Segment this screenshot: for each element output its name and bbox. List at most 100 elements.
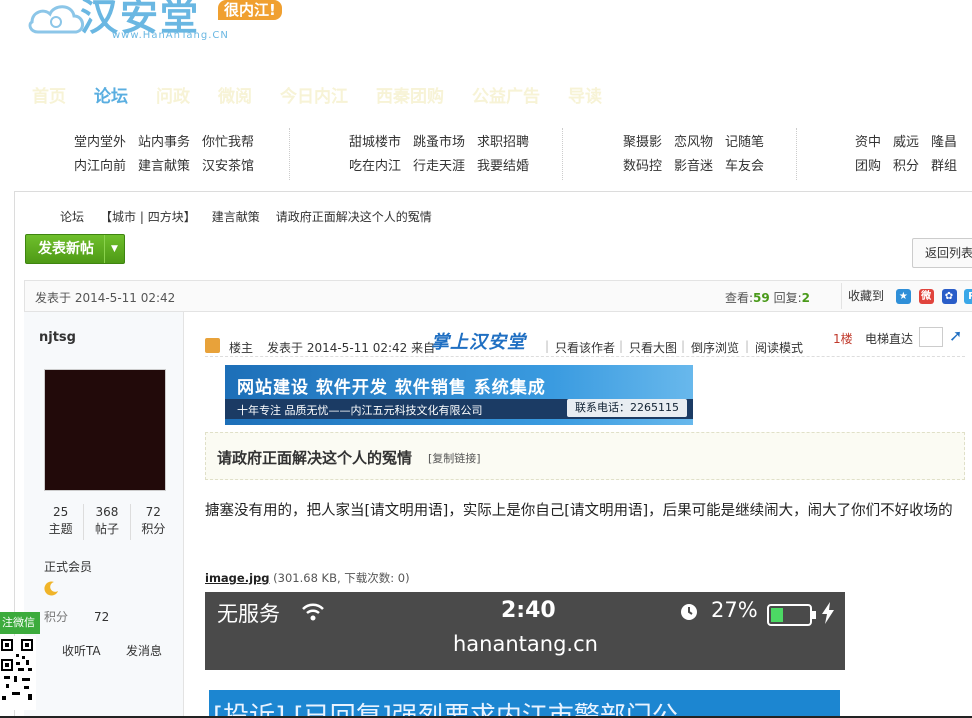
baidu-icon[interactable]: ✿ bbox=[941, 289, 957, 304]
thread-info-bar: 发表于 2014-5-11 02:42 查看:59 回复:2 收藏到 ★ 微 ✿… bbox=[24, 280, 972, 312]
replies-label: 回复: bbox=[769, 291, 802, 305]
view-reply-stats: 查看:59 回复:2 bbox=[725, 289, 810, 306]
copy-link[interactable]: [复制链接] bbox=[428, 450, 481, 466]
forum-link[interactable]: 影音迷 bbox=[674, 155, 713, 179]
forum-link[interactable]: 数码控 bbox=[623, 155, 662, 179]
breadcrumb-item[interactable]: 请政府正面解决这个人的冤情 bbox=[276, 210, 432, 224]
post-meta-bar: 楼主 发表于 2014-5-11 02:42 来自 掌上汉安堂 | 只看该作者 … bbox=[205, 326, 965, 356]
post-time: 发表于 2014-5-11 02:42 来自 bbox=[267, 341, 436, 355]
ad-banner[interactable]: 网站建设 软件开发 软件销售 系统集成 十年专注 品质无忧——内江五元科技文化有… bbox=[225, 365, 693, 425]
divider bbox=[796, 128, 797, 180]
floor-jump-input[interactable] bbox=[919, 327, 943, 347]
breadcrumb-item[interactable]: 论坛 bbox=[60, 210, 84, 224]
nav-group-buy[interactable]: 西秦团购 bbox=[376, 82, 444, 107]
jump-go-icon[interactable]: ➚ bbox=[949, 326, 962, 345]
author-name[interactable]: njtsg bbox=[39, 330, 76, 345]
member-rank[interactable]: 正式会员 bbox=[44, 558, 92, 575]
forum-link[interactable]: 聚摄影 bbox=[623, 131, 662, 155]
forum-link[interactable]: 车友会 bbox=[725, 155, 764, 179]
nav-today-neijiang[interactable]: 今日内江 bbox=[280, 82, 348, 107]
forum-link[interactable]: 你忙我帮 bbox=[202, 131, 254, 155]
stat-posts[interactable]: 368 帖子 bbox=[83, 504, 129, 540]
forum-link[interactable]: 汉安茶馆 bbox=[202, 155, 254, 179]
avatar[interactable] bbox=[44, 369, 166, 491]
forum-link[interactable]: 团购 bbox=[855, 155, 881, 179]
read-mode-link[interactable]: 阅读模式 bbox=[755, 339, 803, 356]
op-label: 楼主 bbox=[229, 341, 254, 355]
forum-link[interactable]: 建言献策 bbox=[138, 155, 190, 179]
stat-value: 72 bbox=[145, 505, 161, 519]
phone-url: hanantang.cn bbox=[453, 632, 598, 656]
second-image-text: [投诉] [已回复]强烈要求内江市警部门公 bbox=[213, 702, 678, 718]
points-row: 积分 72 bbox=[44, 608, 109, 625]
reverse-order-link[interactable]: 倒序浏览 bbox=[691, 339, 739, 356]
user-badge-icon bbox=[205, 338, 220, 353]
battery-icon bbox=[767, 604, 816, 626]
forum-link[interactable]: 吃在内江 bbox=[349, 155, 401, 179]
breadcrumb-item[interactable]: 【城市 | 四方块】 bbox=[100, 210, 196, 224]
favorite-area: 收藏到 ★ 微 ✿ P bbox=[841, 283, 972, 309]
send-message-link[interactable]: 发消息 bbox=[126, 642, 162, 659]
forum-link[interactable]: 隆昌 bbox=[931, 131, 957, 155]
back-to-list-button[interactable]: 返回列表 bbox=[912, 238, 972, 268]
attachment-link[interactable]: image.jpg bbox=[205, 571, 270, 585]
forum-link[interactable]: 资中 bbox=[855, 131, 881, 155]
qr-code-icon[interactable] bbox=[0, 636, 36, 710]
forum-link[interactable]: 群组 bbox=[931, 155, 957, 179]
attached-image-2[interactable]: [投诉] [已回复]强烈要求内江市警部门公 bbox=[209, 690, 840, 718]
carrier-text: 无服务 bbox=[217, 602, 280, 626]
forum-group-1: 堂内堂外 站内事务 你忙我帮 内江向前 建言献策 汉安茶馆 bbox=[74, 130, 266, 182]
site-logo[interactable]: 汉安堂 很内江! www.HanAnTang.CN bbox=[28, 0, 288, 48]
big-image-link[interactable]: 只看大图 bbox=[629, 339, 677, 356]
forum-link[interactable]: 积分 bbox=[893, 155, 919, 179]
stat-label: 主题 bbox=[48, 522, 73, 536]
forum-link[interactable]: 内江向前 bbox=[74, 155, 126, 179]
forum-link[interactable]: 恋风物 bbox=[674, 131, 713, 155]
forum-group-4: 资中 威远 隆昌 团购 积分 群组 bbox=[855, 130, 969, 182]
stat-label: 帖子 bbox=[94, 522, 119, 536]
nav-micro-read[interactable]: 微阅 bbox=[218, 82, 252, 107]
floor-number[interactable]: 1楼 bbox=[833, 330, 853, 347]
forum-link[interactable]: 堂内堂外 bbox=[74, 131, 126, 155]
chevron-down-icon[interactable]: ▼ bbox=[104, 235, 124, 263]
mobile-source-brand[interactable]: 掌上汉安堂 bbox=[431, 328, 526, 354]
views-count: 59 bbox=[753, 291, 770, 305]
separator: | bbox=[681, 339, 686, 353]
forum-link[interactable]: 求职招聘 bbox=[477, 131, 529, 155]
nav-public-ads[interactable]: 公益广告 bbox=[472, 82, 540, 107]
share-p-icon[interactable]: P bbox=[964, 289, 972, 304]
divider bbox=[205, 356, 965, 357]
forum-link[interactable]: 站内事务 bbox=[138, 131, 190, 155]
stat-threads[interactable]: 25 主题 bbox=[38, 504, 83, 540]
follow-link[interactable]: 收听TA bbox=[62, 642, 101, 659]
breadcrumb: 论坛 【城市 | 四方块】 建言献策 请政府正面解决这个人的冤情 bbox=[60, 208, 448, 225]
nav-politics[interactable]: 问政 bbox=[156, 82, 190, 107]
forum-link[interactable]: 跳蚤市场 bbox=[413, 131, 465, 155]
breadcrumb-item[interactable]: 建言献策 bbox=[212, 210, 260, 224]
post-title: 请政府正面解决这个人的冤情 bbox=[217, 449, 413, 467]
new-post-label: 发表新帖 bbox=[38, 241, 94, 257]
weibo-icon[interactable]: 微 bbox=[918, 289, 934, 304]
attached-image[interactable]: 无服务 2:40 27% hanantang.cn bbox=[205, 592, 845, 670]
forum-link[interactable]: 行走天涯 bbox=[413, 155, 465, 179]
author-stats: 25 主题 368 帖子 72 积分 bbox=[38, 504, 176, 540]
wifi-icon bbox=[302, 603, 324, 621]
floor-jump-label: 电梯直达 bbox=[865, 332, 914, 346]
points-value: 72 bbox=[94, 610, 110, 624]
post-body: 搪塞没有用的，把人家当[请文明用语]，实际上是你自己[请文明用语]，后果可能是继… bbox=[205, 503, 953, 519]
forum-link[interactable]: 我要结婚 bbox=[477, 155, 529, 179]
new-post-button[interactable]: 发表新帖 ▼ bbox=[25, 234, 125, 264]
forum-link[interactable]: 威远 bbox=[893, 131, 919, 155]
nav-home[interactable]: 首页 bbox=[32, 82, 66, 107]
wechat-follow-tab[interactable]: 注微信 bbox=[0, 612, 40, 634]
forum-link[interactable]: 甜城楼市 bbox=[349, 131, 401, 155]
only-author-link[interactable]: 只看该作者 bbox=[555, 339, 615, 356]
forum-link[interactable]: 记随笔 bbox=[725, 131, 764, 155]
favorite-label: 收藏到 bbox=[848, 289, 885, 303]
nav-guide[interactable]: 导读 bbox=[568, 82, 602, 107]
stat-points[interactable]: 72 积分 bbox=[129, 504, 176, 540]
qzone-icon[interactable]: ★ bbox=[895, 289, 911, 304]
nav-forum[interactable]: 论坛 bbox=[94, 82, 128, 107]
attachment-line: image.jpg (301.68 KB, 下载次数: 0) bbox=[205, 570, 410, 586]
stat-value: 368 bbox=[95, 505, 119, 519]
